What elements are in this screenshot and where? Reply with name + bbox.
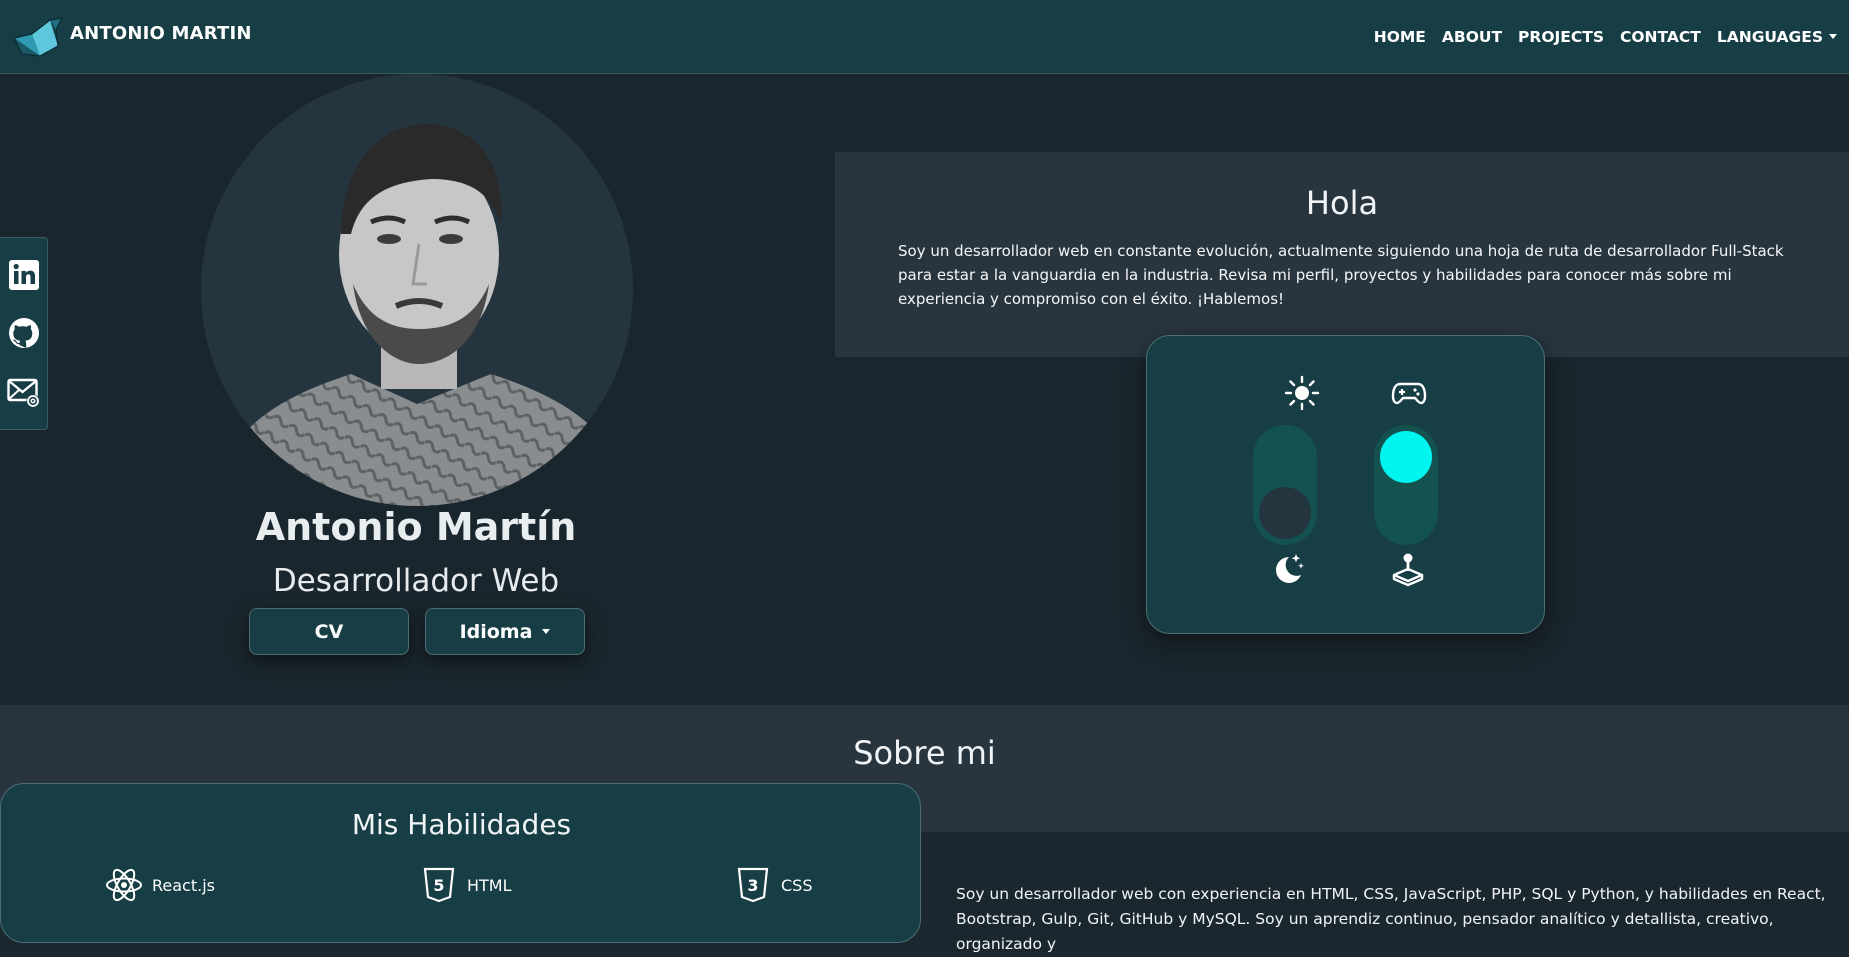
profile-photo (201, 74, 633, 506)
nav-languages-dropdown[interactable]: LANGUAGES (1717, 28, 1837, 46)
nav-link-projects[interactable]: PROJECTS (1518, 28, 1604, 46)
skill-css: 3 CSS (733, 867, 812, 903)
profile-portrait (201, 74, 633, 506)
social-sidebar (0, 237, 48, 430)
game-mode-toggle-knob (1380, 431, 1432, 483)
svg-text:3: 3 (747, 876, 758, 895)
cv-button-label: CV (314, 620, 344, 643)
linkedin-icon[interactable] (7, 258, 41, 292)
skills-title: Mis Habilidades (351, 808, 572, 841)
skill-html: 5 HTML (419, 867, 512, 903)
about-text: Soy un desarrollador web con experiencia… (956, 885, 1826, 953)
about-title: Sobre mi (853, 734, 996, 772)
brand-name: ANTONIO MARTIN (70, 23, 252, 44)
navbar: ANTONIO MARTIN HOME ABOUT PROJECTS CONTA… (0, 0, 1849, 74)
theme-toggle-knob (1259, 487, 1311, 539)
intro-panel: Hola Soy un desarrollador web en constan… (835, 152, 1849, 357)
nav-link-contact[interactable]: CONTACT (1620, 28, 1701, 46)
gamepad-icon (1391, 382, 1427, 405)
profile-name: Antonio Martín (255, 505, 577, 549)
skill-html-label: HTML (467, 875, 512, 895)
moon-stars-icon (1276, 554, 1304, 583)
about-text-panel: Soy un desarrollador web con experiencia… (886, 832, 1849, 953)
html5-icon: 5 (423, 867, 455, 903)
joystick-icon (1392, 553, 1424, 587)
skill-css-label: CSS (781, 875, 813, 895)
svg-text:5: 5 (433, 876, 444, 895)
language-button-label: Idioma (459, 620, 533, 643)
skill-react: React.js (104, 867, 215, 903)
sun-icon (1284, 375, 1320, 411)
intro-title: Hola (1305, 184, 1379, 222)
nav-link-about[interactable]: ABOUT (1442, 28, 1502, 46)
intro-text: Soy un desarrollador web en constante ev… (898, 242, 1784, 308)
nav-links: HOME ABOUT PROJECTS CONTACT LANGUAGES (1374, 28, 1837, 46)
language-dropdown-button[interactable]: Idioma (425, 608, 585, 655)
skills-card: Mis Habilidades React.js 5 HTML 3 CSS (0, 783, 921, 943)
settings-toggle-card (1146, 335, 1545, 634)
game-mode-toggle-switch[interactable] (1374, 425, 1438, 545)
profile-role: Desarrollador Web (272, 563, 560, 599)
skill-react-label: React.js (152, 875, 215, 895)
react-icon (106, 868, 142, 902)
email-icon[interactable] (6, 375, 41, 409)
css3-icon: 3 (737, 867, 769, 903)
nav-link-home[interactable]: HOME (1374, 28, 1426, 46)
brand[interactable]: ANTONIO MARTIN (12, 16, 252, 58)
github-icon[interactable] (7, 316, 41, 350)
origami-bird-logo-icon (13, 16, 62, 57)
caret-down-icon (542, 629, 551, 634)
caret-down-icon (1829, 34, 1837, 39)
theme-toggle-switch[interactable] (1253, 425, 1317, 545)
nav-languages-label: LANGUAGES (1716, 27, 1823, 46)
cv-button[interactable]: CV (249, 608, 409, 655)
